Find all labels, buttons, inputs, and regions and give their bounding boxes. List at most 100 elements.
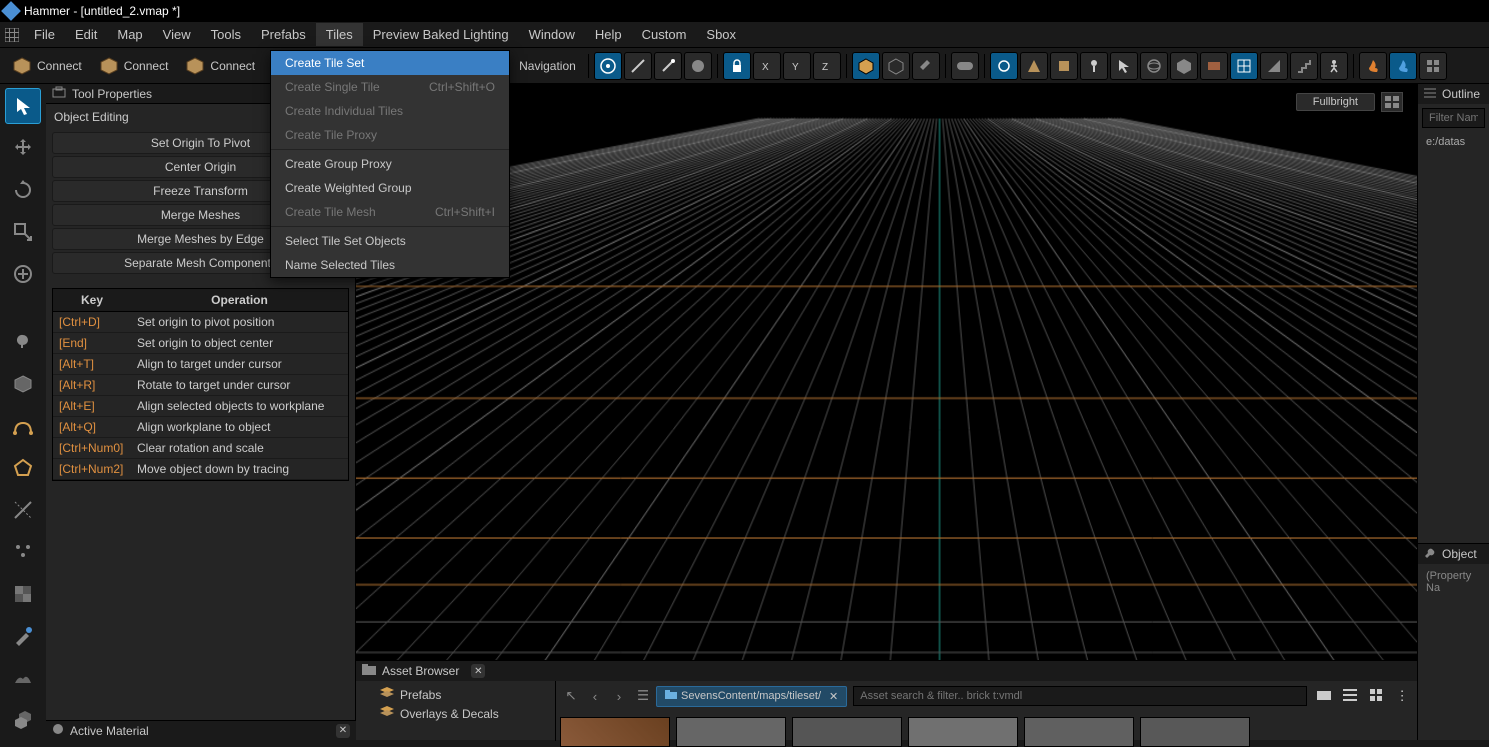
- active-material-panel[interactable]: Active Material ✕: [46, 720, 356, 740]
- menu-view[interactable]: View: [153, 23, 201, 46]
- shortcut-row: [Alt+T]Align to target under cursor: [53, 354, 348, 375]
- dropdown-item[interactable]: Create Tile Set: [271, 51, 509, 75]
- close-icon[interactable]: ✕: [829, 690, 838, 703]
- menu-tiles[interactable]: Tiles: [316, 23, 363, 46]
- crate-button[interactable]: [1170, 52, 1198, 80]
- pin-button[interactable]: [1080, 52, 1108, 80]
- select-tool[interactable]: [5, 88, 41, 124]
- block-tool[interactable]: [5, 366, 41, 402]
- menu-sbox[interactable]: Sbox: [696, 23, 746, 46]
- viewport-layout-icon[interactable]: [1381, 92, 1403, 112]
- polygon-tool[interactable]: [5, 450, 41, 486]
- menu-window[interactable]: Window: [519, 23, 585, 46]
- connect-button-3[interactable]: Connect: [177, 51, 262, 81]
- menu-edit[interactable]: Edit: [65, 23, 107, 46]
- outliner-filter-input[interactable]: [1422, 108, 1485, 128]
- nav-next-button[interactable]: ›: [608, 685, 630, 707]
- hammer-icon-button[interactable]: [912, 52, 940, 80]
- nav-menu-button[interactable]: ☰: [632, 685, 654, 707]
- stairs-button[interactable]: [1290, 52, 1318, 80]
- asset-search-input[interactable]: [853, 686, 1307, 706]
- sphere-button[interactable]: [684, 52, 712, 80]
- tree-node-prefabs[interactable]: Prefabs: [364, 685, 547, 704]
- scale-tool[interactable]: [5, 214, 41, 250]
- nav-back-button[interactable]: ↖: [560, 685, 582, 707]
- tree-node-overlays[interactable]: Overlays & Decals: [364, 704, 547, 723]
- breadcrumb[interactable]: SevensContent/maps/tileset/ ✕: [656, 686, 847, 707]
- add-tool[interactable]: [5, 256, 41, 292]
- dropdown-item[interactable]: Create Group Proxy: [271, 152, 509, 176]
- object-props-header[interactable]: Object: [1418, 544, 1489, 564]
- connect-button-1[interactable]: Connect: [4, 51, 89, 81]
- menu-preview-baked-lighting[interactable]: Preview Baked Lighting: [363, 23, 519, 46]
- path-tool[interactable]: [5, 408, 41, 444]
- box-icon: [11, 55, 33, 77]
- run-button[interactable]: [1320, 52, 1348, 80]
- asset-thumb[interactable]: [676, 717, 786, 747]
- cube-select-button[interactable]: [852, 52, 880, 80]
- rotate-tool[interactable]: [5, 172, 41, 208]
- asset-thumb[interactable]: [1024, 717, 1134, 747]
- gamepad-button[interactable]: [951, 52, 979, 80]
- outliner-header[interactable]: Outline: [1418, 84, 1489, 104]
- list-view-button[interactable]: [1339, 685, 1361, 707]
- menu-custom[interactable]: Custom: [632, 23, 697, 46]
- close-icon[interactable]: ✕: [471, 664, 485, 678]
- connect-button-2[interactable]: Connect: [91, 51, 176, 81]
- fire-button[interactable]: [1359, 52, 1387, 80]
- light-tool[interactable]: [5, 324, 41, 360]
- asset-browser-header[interactable]: Asset Browser ✕: [356, 661, 1417, 681]
- dropdown-item-label: Create Tile Set: [285, 56, 364, 70]
- asset-thumb[interactable]: [560, 717, 670, 747]
- asset-thumb[interactable]: [908, 717, 1018, 747]
- dropdown-item[interactable]: Select Tile Set Objects: [271, 229, 509, 253]
- gizmo-button[interactable]: [594, 52, 622, 80]
- menu-tools[interactable]: Tools: [201, 23, 251, 46]
- connect-label: Connect: [210, 59, 255, 73]
- navigation-label: Navigation: [519, 59, 576, 73]
- ramp-button[interactable]: [1260, 52, 1288, 80]
- asset-thumb[interactable]: [792, 717, 902, 747]
- multi-block-tool[interactable]: [5, 702, 41, 738]
- axis-z-button[interactable]: Z: [813, 52, 841, 80]
- navigation-button[interactable]: Navigation: [512, 51, 583, 81]
- more-button[interactable]: ⋮: [1391, 685, 1413, 707]
- axis-x-button[interactable]: X: [753, 52, 781, 80]
- cut-tool[interactable]: [5, 492, 41, 528]
- cursor-button[interactable]: [1110, 52, 1138, 80]
- wand-button[interactable]: [654, 52, 682, 80]
- grip-icon[interactable]: [2, 25, 22, 45]
- layout-button[interactable]: [1419, 52, 1447, 80]
- light-toggle-button[interactable]: [990, 52, 1018, 80]
- axis-y-button[interactable]: Y: [783, 52, 811, 80]
- terrain-tool[interactable]: [5, 660, 41, 696]
- menu-help[interactable]: Help: [585, 23, 632, 46]
- asset-thumb[interactable]: [1140, 717, 1250, 747]
- texture-tool[interactable]: [5, 576, 41, 612]
- move-tool[interactable]: [5, 130, 41, 166]
- menu-file[interactable]: File: [24, 23, 65, 46]
- viewport-mode-label[interactable]: Fullbright: [1296, 93, 1375, 111]
- box-icon: [98, 55, 120, 77]
- folder-button[interactable]: [1313, 685, 1335, 707]
- dropdown-item[interactable]: Create Weighted Group: [271, 176, 509, 200]
- lock-axis-button[interactable]: [723, 52, 751, 80]
- globe-button[interactable]: [1140, 52, 1168, 80]
- package-button[interactable]: [1050, 52, 1078, 80]
- spotlight-button[interactable]: [1020, 52, 1048, 80]
- viewport-3d[interactable]: Fullbright: [356, 84, 1417, 740]
- grid-display-button[interactable]: [1230, 52, 1258, 80]
- close-icon[interactable]: ✕: [336, 724, 350, 738]
- grid-view-button[interactable]: [1365, 685, 1387, 707]
- brick-button[interactable]: [1200, 52, 1228, 80]
- fire-blue-button[interactable]: [1389, 52, 1417, 80]
- dots-tool[interactable]: [5, 534, 41, 570]
- material-icon: [52, 723, 64, 738]
- dropdown-item[interactable]: Name Selected Tiles: [271, 253, 509, 277]
- cube-wire-button[interactable]: [882, 52, 910, 80]
- nav-prev-button[interactable]: ‹: [584, 685, 606, 707]
- snap-button[interactable]: [624, 52, 652, 80]
- menu-prefabs[interactable]: Prefabs: [251, 23, 316, 46]
- menu-map[interactable]: Map: [107, 23, 152, 46]
- paint-tool[interactable]: [5, 618, 41, 654]
